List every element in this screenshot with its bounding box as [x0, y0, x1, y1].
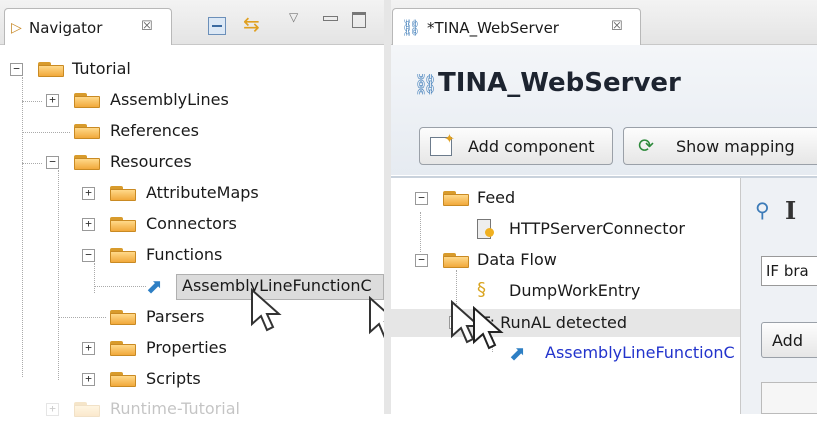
tree-label: DumpWorkEntry [509, 281, 641, 300]
tree-label: Scripts [146, 369, 201, 388]
status-dot-icon [485, 228, 494, 237]
expand-toggle[interactable]: + [82, 187, 95, 200]
detail-panel: ⚲ I IF bra Add [740, 178, 817, 414]
folder-open-icon [74, 153, 100, 170]
panel-divider[interactable] [384, 0, 391, 414]
maximize-icon[interactable] [352, 12, 366, 28]
tree-label: AssemblyLines [110, 90, 229, 109]
collapse-toggle[interactable]: − [10, 63, 23, 76]
close-icon[interactable]: ☒ [141, 19, 153, 34]
collapse-toggle[interactable]: − [82, 249, 95, 262]
tree-label: Resources [110, 152, 192, 171]
tree-item-parsers[interactable]: Parsers [0, 305, 384, 329]
tree-item-assemblylinefunction-ref[interactable]: ⬈ AssemblyLineFunctionC [391, 341, 741, 365]
collapse-toggle[interactable]: − [415, 254, 428, 267]
tree-item-data-flow[interactable]: − Data Flow [391, 248, 741, 272]
tree-label: HTTPServerConnector [509, 219, 685, 238]
navigator-tab[interactable]: ▷ Navigator ☒ [4, 8, 172, 45]
assemblyline-icon: ⛓ [413, 72, 439, 96]
mouse-cursor-icon [251, 288, 282, 332]
add-component-label: Add component [468, 137, 595, 156]
folder-open-icon [38, 60, 64, 77]
condition-input-value: IF bra [766, 262, 809, 280]
tree-label: Runtime-Tutorial [110, 399, 240, 418]
assemblyline-icon: ⛓ [401, 18, 422, 37]
expand-toggle[interactable]: + [46, 94, 59, 107]
tree-item-attributemaps[interactable]: + AttributeMaps [0, 181, 384, 205]
add-component-button[interactable]: ✦ Add component [419, 127, 613, 165]
bottom-control[interactable] [761, 382, 817, 414]
tree-label: References [110, 121, 199, 140]
add-button-label: Add [772, 331, 803, 350]
expand-toggle[interactable]: + [82, 373, 95, 386]
tree-item-if-runal-detected[interactable]: − IF: RunAL detected [391, 309, 741, 337]
folder-icon [74, 91, 100, 108]
condition-input[interactable]: IF bra [761, 256, 817, 286]
navigator-tab-label: Navigator [29, 19, 103, 37]
show-mapping-button[interactable]: ⟳ Show mapping [623, 127, 817, 165]
tree-item-properties[interactable]: + Properties [0, 336, 384, 360]
tree-label: Tutorial [72, 59, 131, 78]
collapse-all-icon[interactable] [208, 17, 226, 35]
tree-item-assemblylines[interactable]: + AssemblyLines [0, 88, 384, 112]
navigator-icon: ▷ [11, 20, 22, 36]
tree-item-resources[interactable]: − Resources [0, 150, 384, 174]
minimize-icon[interactable] [323, 16, 338, 21]
folder-icon [110, 339, 136, 356]
tree-item-tutorial[interactable]: − Tutorial [0, 57, 384, 81]
tree-item-scripts[interactable]: + Scripts [0, 367, 384, 391]
tree-item-runtime-tutorial[interactable]: + Runtime-Tutorial [0, 397, 384, 421]
collapse-toggle[interactable]: − [415, 192, 428, 205]
tree-item-feed[interactable]: − Feed [391, 186, 741, 210]
tree-item-connectors[interactable]: + Connectors [0, 212, 384, 236]
add-button[interactable]: Add [761, 322, 817, 358]
folder-icon [110, 370, 136, 387]
editor-tab-label: *TINA_WebServer [427, 19, 559, 37]
folder-icon [110, 308, 136, 325]
close-icon[interactable]: ☒ [611, 19, 623, 34]
function-icon: ⬈ [146, 274, 163, 298]
tree-item-assemblylinefunction[interactable]: ⬈ AssemblyLineFunctionC [0, 274, 384, 300]
editor-title: TINA_WebServer [438, 68, 681, 98]
show-mapping-label: Show mapping [676, 137, 795, 156]
tree-item-functions[interactable]: − Functions [0, 243, 384, 267]
tree-label: AttributeMaps [146, 183, 259, 202]
folder-icon [110, 215, 136, 232]
navigator-tree: − Tutorial + AssemblyLines References − … [0, 45, 384, 418]
mapping-icon: ⟳ [638, 135, 654, 157]
tree-label: Feed [477, 188, 516, 207]
view-menu-icon[interactable]: ▽ [289, 10, 298, 24]
link-with-editor-icon[interactable]: ⇆ [243, 12, 260, 36]
tree-label: Data Flow [477, 250, 557, 269]
tree-label: Functions [146, 245, 223, 264]
tree-label: AssemblyLineFunctionC [545, 343, 735, 362]
folder-open-icon [443, 251, 469, 268]
collapse-toggle[interactable]: − [46, 156, 59, 169]
tree-label: Parsers [146, 307, 205, 326]
expand-toggle[interactable]: + [82, 218, 95, 231]
star-icon: ✦ [444, 132, 455, 147]
folder-open-icon [443, 189, 469, 206]
editor-tab[interactable]: ⛓ *TINA_WebServer ☒ [392, 8, 641, 45]
tree-item-references[interactable]: References [0, 119, 384, 143]
folder-open-icon [110, 246, 136, 263]
tree-item-httpserverconnector[interactable]: HTTPServerConnector [391, 217, 741, 241]
script-icon: § [477, 279, 486, 300]
tree-label: Connectors [146, 214, 237, 233]
mouse-cursor-icon [473, 306, 504, 350]
branch-icon: ⚲ [755, 198, 770, 222]
tree-label: Properties [146, 338, 227, 357]
folder-icon [74, 400, 100, 417]
expand-toggle[interactable]: + [82, 342, 95, 355]
folder-icon [74, 122, 100, 139]
tree-item-dumpworkentry[interactable]: § DumpWorkEntry [391, 279, 741, 303]
expand-toggle[interactable]: + [46, 403, 59, 416]
folder-icon [110, 184, 136, 201]
detail-heading: I [785, 196, 797, 225]
